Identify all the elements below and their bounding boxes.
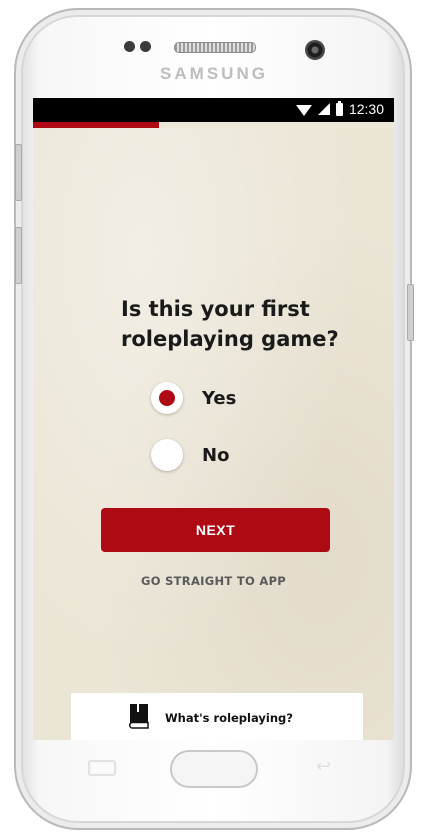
radio-yes[interactable]	[151, 382, 183, 414]
app-screen: 12:30 Is this your first roleplaying gam…	[33, 98, 394, 740]
sensor-dots	[124, 41, 151, 52]
book-icon	[129, 704, 149, 729]
wifi-icon	[295, 104, 312, 116]
device-brand: SAMSUNG	[160, 64, 268, 83]
help-card-label: What's roleplaying?	[165, 711, 293, 725]
home-button[interactable]	[170, 750, 258, 788]
option-yes-label: Yes	[202, 387, 237, 409]
volume-down-button	[15, 227, 22, 284]
option-no[interactable]: No	[151, 439, 229, 471]
battery-icon	[335, 100, 343, 116]
progress-bar	[33, 122, 394, 128]
power-button	[407, 284, 414, 341]
status-bar: 12:30	[33, 98, 394, 122]
next-button[interactable]: NEXT	[101, 508, 330, 552]
recent-apps-icon[interactable]	[88, 760, 116, 776]
option-yes[interactable]: Yes	[151, 382, 236, 414]
question-title: Is this your first roleplaying game?	[121, 297, 339, 351]
back-icon[interactable]	[314, 756, 342, 777]
paper-background	[33, 128, 394, 740]
volume-up-button	[15, 144, 22, 201]
earpiece-speaker	[174, 42, 256, 53]
skip-to-app-link[interactable]: GO STRAIGHT TO APP	[33, 574, 394, 588]
progress-fill	[33, 122, 160, 128]
radio-no[interactable]	[151, 439, 183, 471]
front-camera-icon	[305, 40, 325, 60]
status-time: 12:30	[348, 101, 384, 117]
option-no-label: No	[202, 444, 230, 466]
signal-icon	[317, 103, 330, 115]
whats-roleplaying-card[interactable]: What's roleplaying?	[71, 693, 363, 740]
